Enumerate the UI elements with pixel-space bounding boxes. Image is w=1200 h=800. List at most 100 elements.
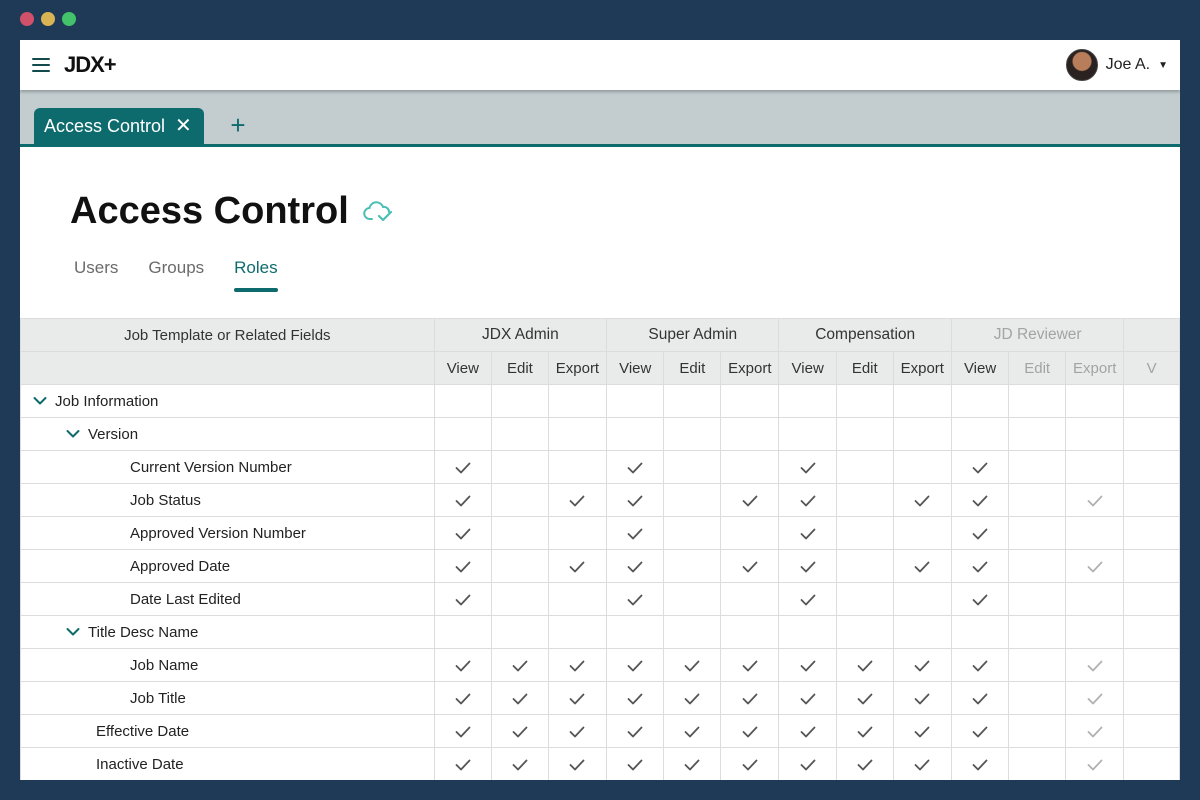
permission-cell[interactable]	[892, 549, 952, 583]
permission-cell[interactable]	[950, 450, 1010, 484]
permission-cell[interactable]	[490, 483, 549, 517]
permission-cell[interactable]	[433, 747, 492, 780]
menu-icon[interactable]	[32, 58, 50, 72]
permission-cell[interactable]	[490, 648, 549, 682]
permission-cell[interactable]	[606, 384, 665, 418]
permission-cell[interactable]	[950, 483, 1010, 517]
tab-roles[interactable]: Roles	[234, 258, 279, 292]
permission-cell[interactable]	[490, 549, 549, 583]
permission-cell[interactable]	[835, 714, 894, 748]
permission-cell[interactable]	[547, 450, 608, 484]
permission-cell[interactable]	[892, 450, 952, 484]
permission-cell[interactable]	[1065, 384, 1125, 418]
permission-cell[interactable]	[663, 747, 722, 780]
permission-cell[interactable]	[663, 417, 722, 451]
permission-cell[interactable]	[490, 681, 549, 715]
permission-cell[interactable]	[663, 714, 722, 748]
permission-cell[interactable]	[778, 450, 837, 484]
table-row[interactable]: Job Title	[20, 681, 1180, 715]
permission-cell-partial[interactable]	[1123, 450, 1180, 484]
permission-cell[interactable]	[950, 648, 1010, 682]
permission-cell[interactable]	[835, 648, 894, 682]
table-row[interactable]: Date Last Edited	[20, 582, 1180, 616]
permission-cell[interactable]	[490, 582, 549, 616]
plus-icon[interactable]: +	[226, 110, 250, 140]
permission-cell[interactable]	[606, 714, 665, 748]
permission-cell-partial[interactable]	[1123, 714, 1180, 748]
permission-cell[interactable]	[490, 747, 549, 780]
permission-cell[interactable]	[720, 483, 780, 517]
table-row[interactable]: Inactive Date	[20, 747, 1180, 780]
permission-cell[interactable]	[606, 417, 665, 451]
permission-cell[interactable]	[892, 417, 952, 451]
permission-cell[interactable]	[606, 747, 665, 780]
permission-cell[interactable]	[950, 582, 1010, 616]
permission-cell[interactable]	[1008, 714, 1067, 748]
permission-cell[interactable]	[1008, 549, 1067, 583]
permission-cell[interactable]	[835, 384, 894, 418]
permission-cell[interactable]	[547, 549, 608, 583]
permission-cell[interactable]	[950, 549, 1010, 583]
permission-cell[interactable]	[1008, 648, 1067, 682]
chevron-down-icon[interactable]	[66, 429, 80, 439]
permission-cell[interactable]	[950, 417, 1010, 451]
permission-cell[interactable]	[892, 714, 952, 748]
permission-cell[interactable]	[606, 582, 665, 616]
maximize-window-button[interactable]	[62, 12, 76, 26]
permission-cell[interactable]	[1065, 417, 1125, 451]
permission-cell[interactable]	[1008, 747, 1067, 780]
permission-cell[interactable]	[778, 483, 837, 517]
permission-cell[interactable]	[1008, 417, 1067, 451]
permission-cell-partial[interactable]	[1123, 747, 1180, 780]
table-row[interactable]: Job Information	[20, 384, 1180, 418]
permission-cell[interactable]	[835, 417, 894, 451]
permission-cell[interactable]	[490, 516, 549, 550]
permission-cell[interactable]	[778, 516, 837, 550]
table-row[interactable]: Approved Version Number	[20, 516, 1180, 550]
permission-cell[interactable]	[663, 549, 722, 583]
permission-cell[interactable]	[490, 615, 549, 649]
user-menu[interactable]: Joe A. ▼	[1065, 49, 1168, 81]
permission-cell[interactable]	[1008, 450, 1067, 484]
permission-cell[interactable]	[950, 384, 1010, 418]
permission-cell[interactable]	[490, 417, 549, 451]
permission-cell[interactable]	[778, 549, 837, 583]
permission-cell[interactable]	[720, 384, 780, 418]
permission-cell[interactable]	[778, 384, 837, 418]
permission-cell[interactable]	[835, 681, 894, 715]
permission-cell[interactable]	[663, 516, 722, 550]
permission-cell[interactable]	[433, 681, 492, 715]
permission-cell[interactable]	[720, 615, 780, 649]
permission-cell-partial[interactable]	[1123, 417, 1180, 451]
permission-cell-partial[interactable]	[1123, 549, 1180, 583]
permission-cell[interactable]	[1065, 582, 1125, 616]
permission-cell[interactable]	[892, 384, 952, 418]
permission-cell[interactable]	[835, 516, 894, 550]
permission-cell[interactable]	[1065, 714, 1125, 748]
permission-cell-partial[interactable]	[1123, 384, 1180, 418]
permission-cell[interactable]	[950, 516, 1010, 550]
permission-cell[interactable]	[663, 483, 722, 517]
permission-cell-partial[interactable]	[1123, 516, 1180, 550]
permission-cell[interactable]	[547, 615, 608, 649]
permission-cell[interactable]	[490, 384, 549, 418]
permission-cell[interactable]	[433, 417, 492, 451]
permission-cell[interactable]	[1008, 615, 1067, 649]
table-row[interactable]: Job Status	[20, 483, 1180, 517]
permission-cell[interactable]	[892, 747, 952, 780]
permission-cell[interactable]	[433, 549, 492, 583]
chevron-down-icon[interactable]	[33, 396, 47, 406]
permission-cell[interactable]	[606, 483, 665, 517]
permission-cell[interactable]	[1065, 615, 1125, 649]
permission-cell[interactable]	[1008, 582, 1067, 616]
chevron-down-icon[interactable]	[66, 627, 80, 637]
table-row[interactable]: Current Version Number	[20, 450, 1180, 484]
permission-cell[interactable]	[1008, 516, 1067, 550]
permission-cell[interactable]	[547, 747, 608, 780]
permission-cell[interactable]	[433, 714, 492, 748]
permission-cell[interactable]	[433, 384, 492, 418]
permission-cell[interactable]	[835, 747, 894, 780]
permission-cell[interactable]	[490, 450, 549, 484]
permission-cell[interactable]	[720, 582, 780, 616]
permission-cell[interactable]	[433, 615, 492, 649]
